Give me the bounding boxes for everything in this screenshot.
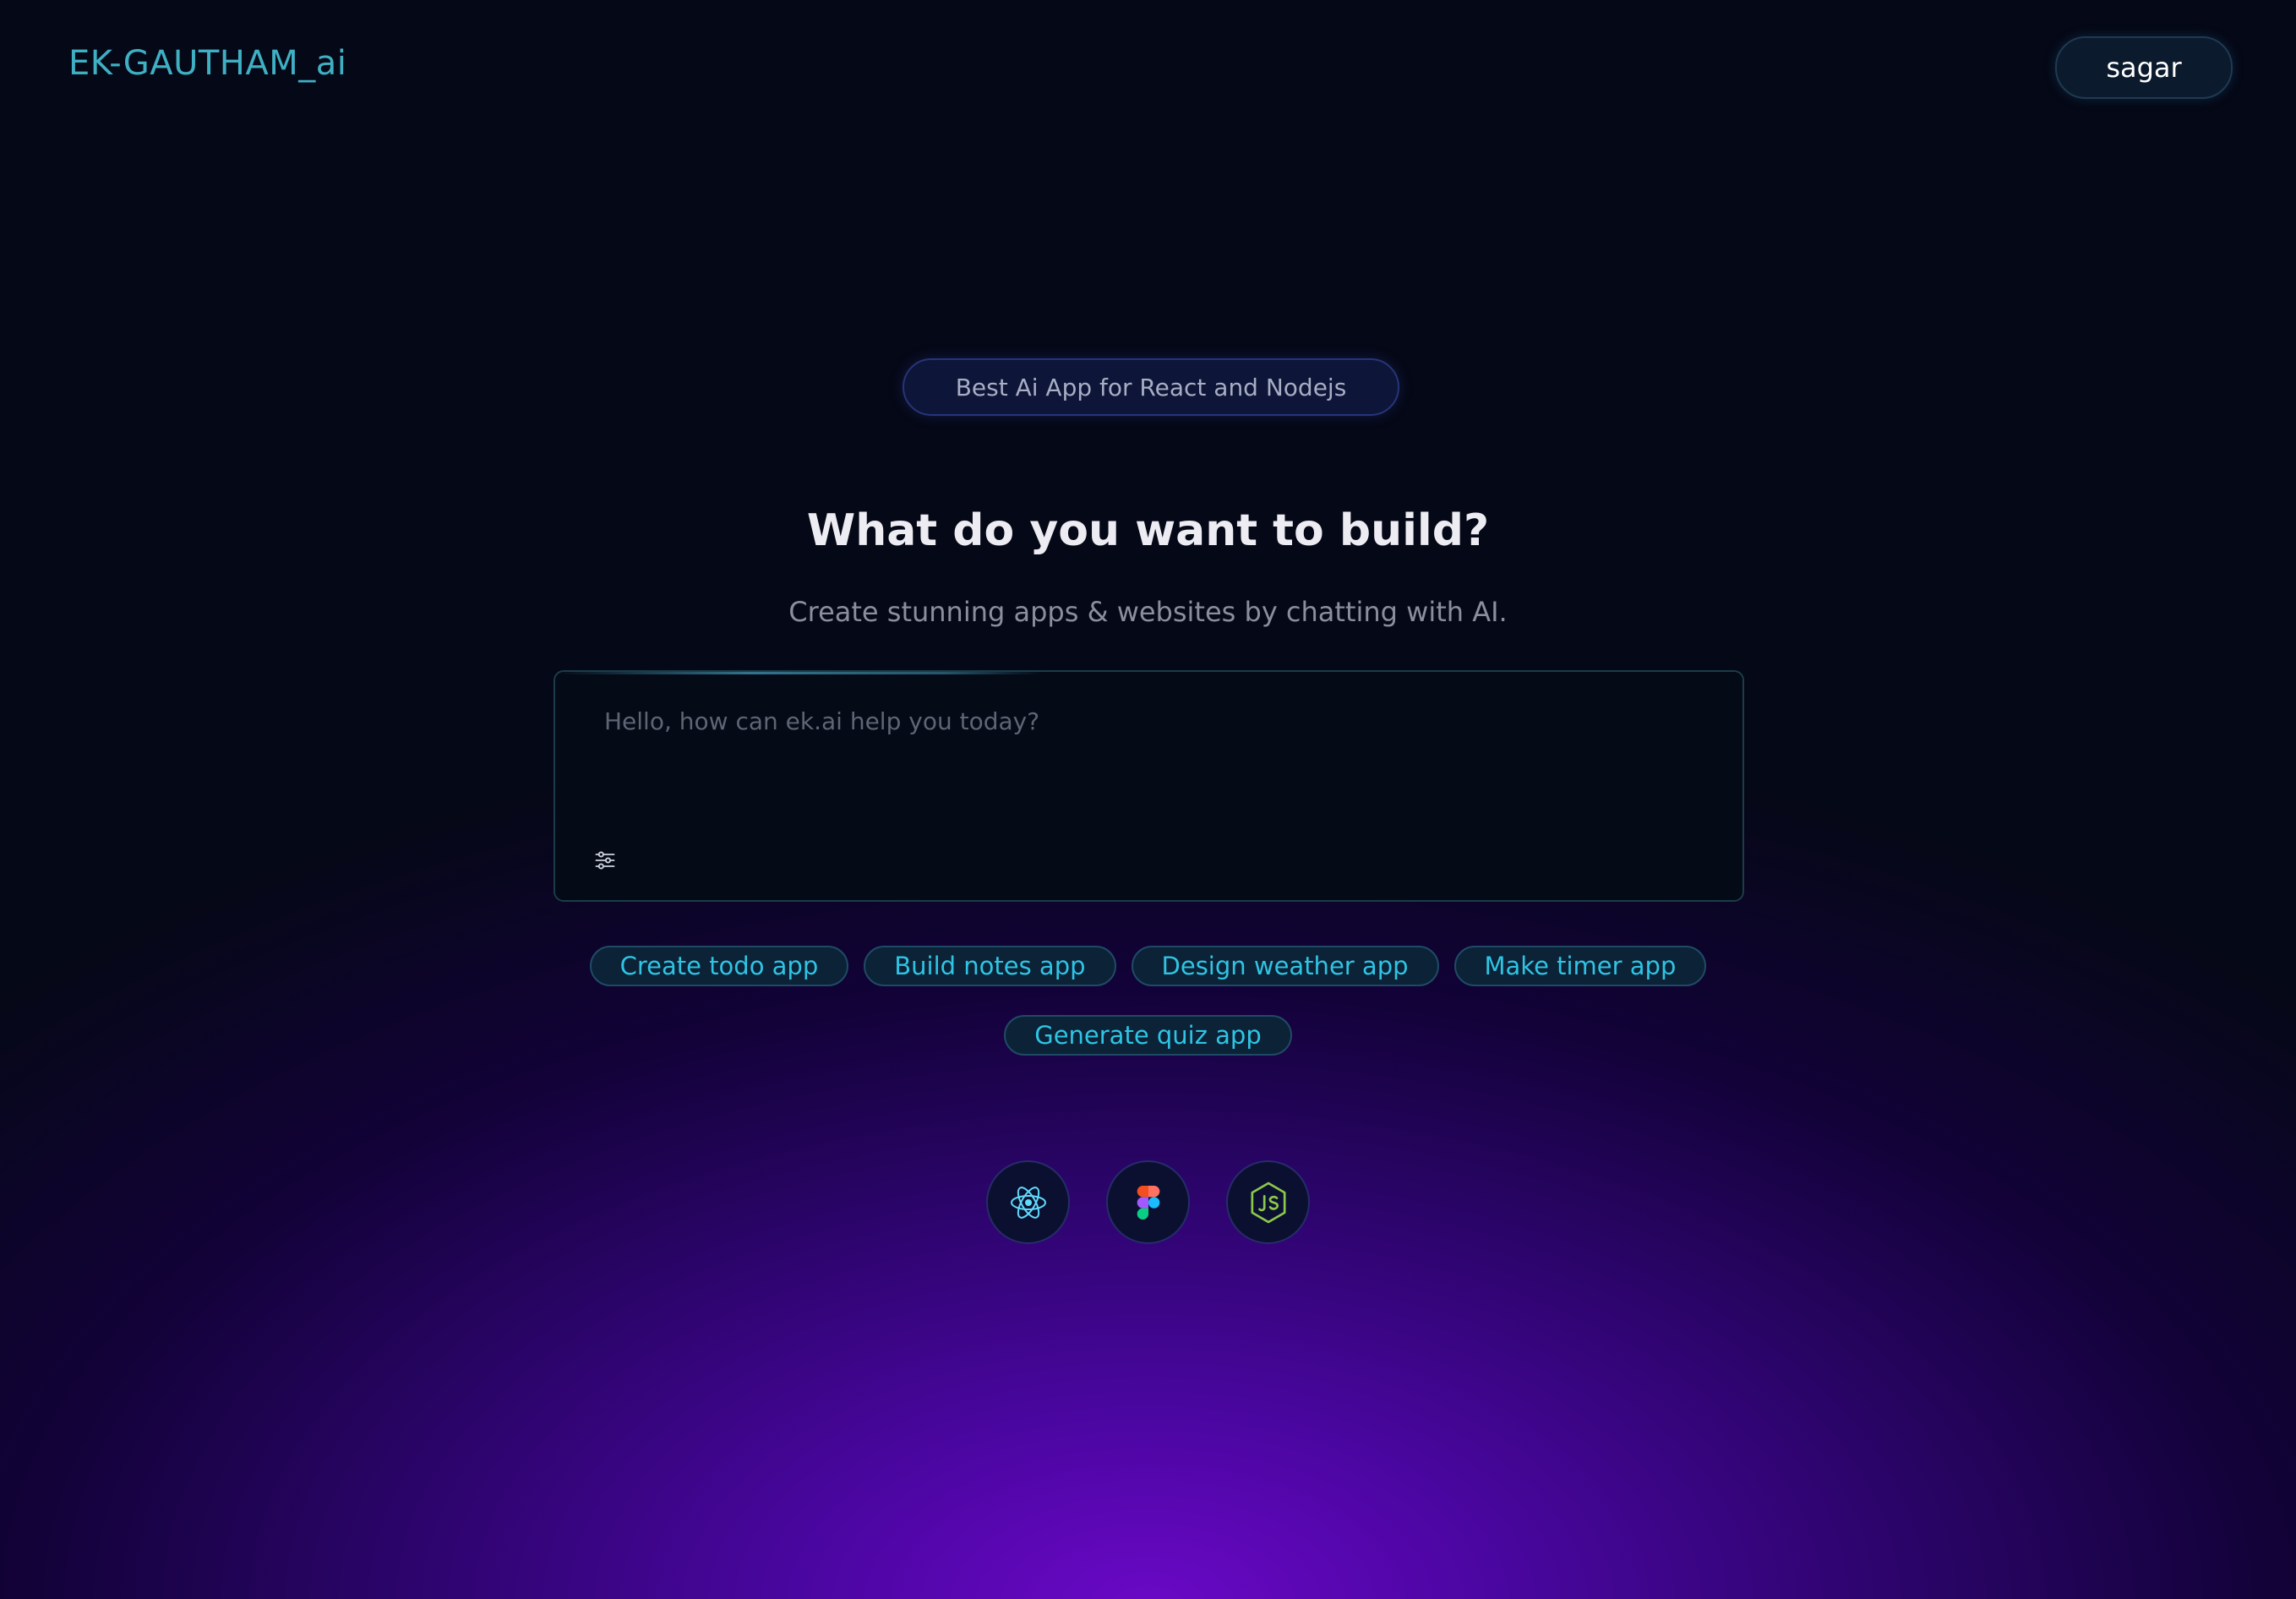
tech-stack-icons [0,1160,2296,1244]
page-subtitle: Create stunning apps & websites by chatt… [788,596,1508,628]
react-icon[interactable] [986,1160,1070,1244]
tagline-badge: Best Ai App for React and Nodejs [903,358,1399,416]
suggestion-chip-todo[interactable]: Create todo app [589,946,849,986]
nodejs-icon[interactable] [1226,1160,1310,1244]
app-logo[interactable]: EK-GAUTHAM_ai [68,44,346,83]
sliders-icon[interactable] [591,846,619,875]
page-title: What do you want to build? [806,505,1490,556]
prompt-box-glow [555,672,1042,674]
figma-icon[interactable] [1106,1160,1190,1244]
prompt-box [554,670,1744,902]
user-profile-button[interactable]: sagar [2055,36,2233,99]
suggestion-chip-weather[interactable]: Design weather app [1131,946,1439,986]
suggestion-chips: Create todo app Build notes app Design w… [0,946,2296,1056]
suggestion-chip-timer[interactable]: Make timer app [1453,946,1707,986]
suggestion-chip-quiz[interactable]: Generate quiz app [1004,1015,1292,1056]
suggestion-chip-notes[interactable]: Build notes app [864,946,1116,986]
prompt-input[interactable] [604,707,1686,809]
